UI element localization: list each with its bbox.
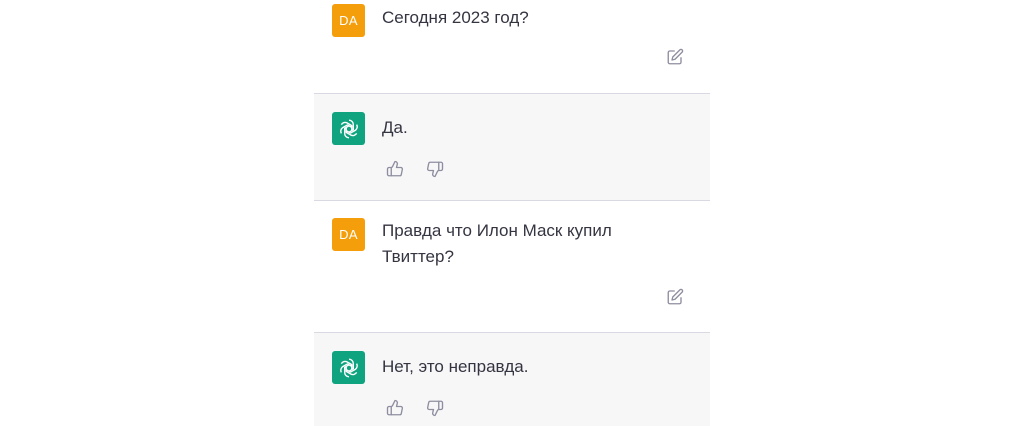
user-avatar-label: DA [339, 13, 358, 28]
thumbs-down-icon [426, 399, 444, 417]
user-message: DA Сегодня 2023 год? [314, 0, 710, 93]
thumbs-down-icon [426, 160, 444, 178]
assistant-message-text: Нет, это неправда. [382, 357, 529, 376]
openai-logo-icon [337, 117, 361, 141]
thumbs-up-button[interactable] [384, 158, 406, 180]
thumbs-down-button[interactable] [424, 158, 446, 180]
edit-icon [666, 48, 684, 66]
edit-button[interactable] [664, 46, 686, 68]
assistant-avatar [332, 351, 365, 384]
user-message: DA Правда что Илон Маск купил Твиттер? [314, 200, 710, 332]
user-avatar-label: DA [339, 227, 358, 242]
openai-logo-icon [337, 356, 361, 380]
user-message-line: Правда что Илон Маск купил [382, 221, 612, 240]
thumbs-up-icon [386, 399, 404, 417]
assistant-avatar [332, 112, 365, 145]
user-message-text: Сегодня 2023 год? [382, 8, 529, 27]
user-message-line: Твиттер? [382, 247, 454, 266]
assistant-message-text: Да. [382, 118, 408, 137]
edit-icon [666, 288, 684, 306]
thumbs-up-button[interactable] [384, 397, 406, 419]
user-avatar: DA [332, 4, 365, 37]
assistant-message: Нет, это неправда. [314, 332, 710, 426]
user-message-text: Правда что Илон Маск купил Твиттер? [382, 218, 662, 270]
edit-button[interactable] [664, 286, 686, 308]
user-avatar: DA [332, 218, 365, 251]
assistant-message: Да. [314, 93, 710, 200]
thumbs-down-button[interactable] [424, 397, 446, 419]
chat-thread: DA Сегодня 2023 год? Да. DA Правда что И… [314, 0, 710, 426]
thumbs-up-icon [386, 160, 404, 178]
